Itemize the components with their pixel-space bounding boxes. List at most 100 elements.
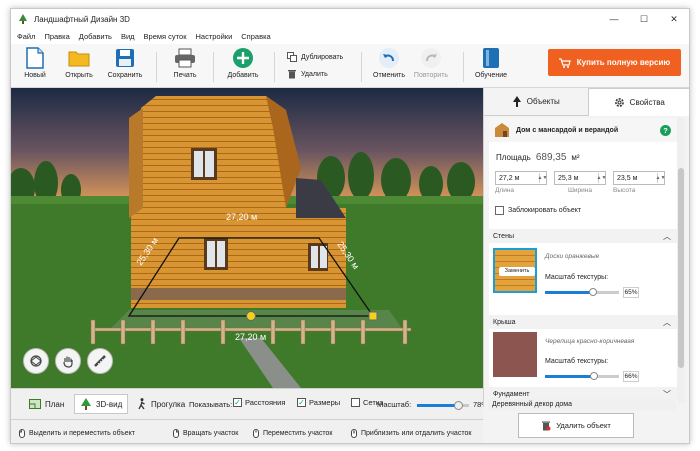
hint-select: Выделить и переместить объект — [19, 429, 135, 438]
measure-button[interactable] — [87, 348, 113, 374]
printer-icon — [175, 48, 195, 68]
redo-button[interactable]: Повторить — [409, 47, 453, 79]
menu-view[interactable]: Вид — [121, 32, 135, 41]
floppy-disk-icon — [116, 49, 134, 67]
plus-circle-icon — [233, 48, 253, 68]
duplicate-button[interactable]: Дублировать — [287, 52, 343, 62]
sizes-checkbox[interactable]: ✓ Размеры — [297, 398, 340, 407]
rotate-view-button[interactable] — [23, 348, 49, 374]
book-icon — [483, 48, 499, 68]
tab-walk[interactable]: Прогулка — [131, 394, 191, 414]
tutorial-button[interactable]: Обучение — [469, 47, 513, 79]
new-button[interactable]: Новый — [13, 47, 57, 79]
menu-edit[interactable]: Правка — [44, 32, 69, 41]
delete-object-button[interactable]: Удалить объект — [518, 413, 634, 438]
tab-plan[interactable]: План — [23, 394, 70, 414]
length-input[interactable]: 27,2 м ▲▼ — [495, 171, 547, 185]
roof-scale-value[interactable]: 66% — [623, 371, 639, 382]
hint-zoom-label: Приблизить или отдалить участок — [361, 430, 472, 437]
title-bar: Ландшафтный Дизайн 3D — ☐ ✕ — [11, 9, 689, 29]
zoom-slider[interactable] — [417, 401, 469, 410]
roof-scale-thumb[interactable] — [589, 372, 598, 380]
walls-scale-slider[interactable] — [545, 288, 619, 296]
roof-texture-name: Черепица красно-коричневая — [545, 338, 635, 345]
help-icon[interactable]: ? — [660, 125, 671, 136]
open-button[interactable]: Открыть — [57, 47, 101, 79]
spinner-icon[interactable]: ▲▼ — [538, 173, 547, 183]
hint-move: Переместить участок — [253, 429, 332, 438]
tab-3d-label: 3D-вид — [96, 399, 123, 409]
trash-icon — [288, 70, 296, 79]
walking-person-icon — [138, 398, 145, 410]
walls-scale-value[interactable]: 65% — [623, 287, 639, 298]
decor-section-title: Деревянный декор дома — [492, 401, 573, 408]
window-title: Ландшафтный Дизайн 3D — [34, 14, 130, 24]
tab-objects-label: Объекты — [526, 97, 560, 106]
duplicate-label: Дублировать — [301, 53, 344, 61]
undo-icon — [379, 48, 399, 68]
spinner-icon[interactable]: ▲▼ — [597, 173, 606, 183]
tab-properties-label: Свойства — [629, 98, 665, 107]
width-caption: Ширина — [567, 187, 593, 194]
area-value: 689,35 — [535, 152, 567, 163]
decor-section-header[interactable]: Деревянный декор дома — [488, 399, 676, 410]
hint-select-label: Выделить и переместить объект — [29, 430, 135, 437]
minimize-button[interactable]: — — [599, 9, 629, 29]
add-button[interactable]: Добавить — [221, 47, 265, 79]
roof-section-title: Крыша — [493, 318, 516, 326]
tab-3d[interactable]: 3D-вид — [74, 394, 129, 414]
roof-section-header[interactable]: Крыша ︿ — [489, 315, 677, 329]
hint-zoom: Приблизить или отдалить участок — [351, 429, 471, 438]
menu-add[interactable]: Добавить — [79, 32, 112, 41]
spinner-icon[interactable]: ▲▼ — [656, 173, 665, 183]
app-logo-icon — [19, 14, 27, 24]
save-button[interactable]: Сохранить — [103, 47, 147, 79]
app-window: Ландшафтный Дизайн 3D — ☐ ✕ Файл Правка … — [10, 8, 690, 444]
plan-icon — [29, 399, 41, 409]
maximize-button[interactable]: ☐ — [629, 9, 659, 29]
pan-view-button[interactable] — [55, 348, 81, 374]
walls-texture-swatch[interactable]: Заменить — [493, 248, 537, 293]
lock-label: Заблокировать объект — [508, 207, 582, 214]
walls-section-header[interactable]: Стены ︿ — [489, 229, 677, 243]
3d-viewport[interactable]: 27,20 м 25,30 м 25,30 м 27,20 м — [11, 88, 483, 388]
scene-canvas: 27,20 м 25,30 м 25,30 м 27,20 м — [11, 88, 483, 388]
menu-time-of-day[interactable]: Время суток — [144, 32, 187, 41]
width-input[interactable]: 25,3 м ▲▼ — [554, 171, 606, 185]
tab-objects[interactable]: Объекты — [484, 88, 588, 116]
menu-settings[interactable]: Настройки — [195, 32, 232, 41]
undo-label: Отменить — [373, 72, 405, 79]
width-field-group: 25,3 м ▲▼ Ширина — [554, 171, 606, 194]
print-button[interactable]: Печать — [163, 47, 207, 79]
area-label: Площадь — [496, 153, 531, 162]
zoom-slider-thumb[interactable] — [453, 401, 463, 410]
lock-checkbox[interactable]: Заблокировать объект — [495, 206, 581, 215]
dimension-label-bottom: 27,20 м — [235, 332, 266, 342]
panel-scrollbar[interactable] — [677, 118, 685, 403]
dimension-label-top: 27,20 м — [226, 212, 257, 222]
properties-content: Дом с мансардой и верандой ? Площадь 689… — [489, 118, 677, 403]
menu-bar: Файл Правка Добавить Вид Время суток Нас… — [11, 29, 689, 44]
buy-full-version-button[interactable]: Купить полную версию — [548, 49, 681, 76]
height-input[interactable]: 23,5 м ▲▼ — [613, 171, 665, 185]
roof-texture-swatch[interactable] — [493, 332, 537, 377]
walls-scale-thumb[interactable] — [589, 288, 598, 296]
menu-help[interactable]: Справка — [241, 32, 270, 41]
menu-file[interactable]: Файл — [17, 32, 35, 41]
delete-tool-button[interactable]: Удалить — [287, 69, 328, 79]
height-caption: Высота — [613, 187, 636, 194]
foundation-section-title: Фундамент — [493, 390, 530, 398]
delete-tool-label: Удалить — [301, 70, 328, 78]
hint-rotate-label: Вращать участок — [183, 430, 239, 437]
close-button[interactable]: ✕ — [659, 9, 689, 29]
mouse-icon — [351, 429, 357, 438]
roof-scale-slider[interactable] — [545, 372, 619, 380]
hint-rotate: Вращать участок — [173, 429, 238, 438]
undo-button[interactable]: Отменить — [367, 47, 411, 79]
tab-properties[interactable]: Свойства — [587, 88, 689, 116]
distances-checkbox[interactable]: ✓ Расстояния — [233, 398, 285, 407]
replace-texture-button[interactable]: Заменить — [499, 267, 535, 276]
open-label: Открыть — [65, 72, 93, 79]
objects-icon — [512, 96, 521, 107]
redo-icon — [421, 48, 441, 68]
